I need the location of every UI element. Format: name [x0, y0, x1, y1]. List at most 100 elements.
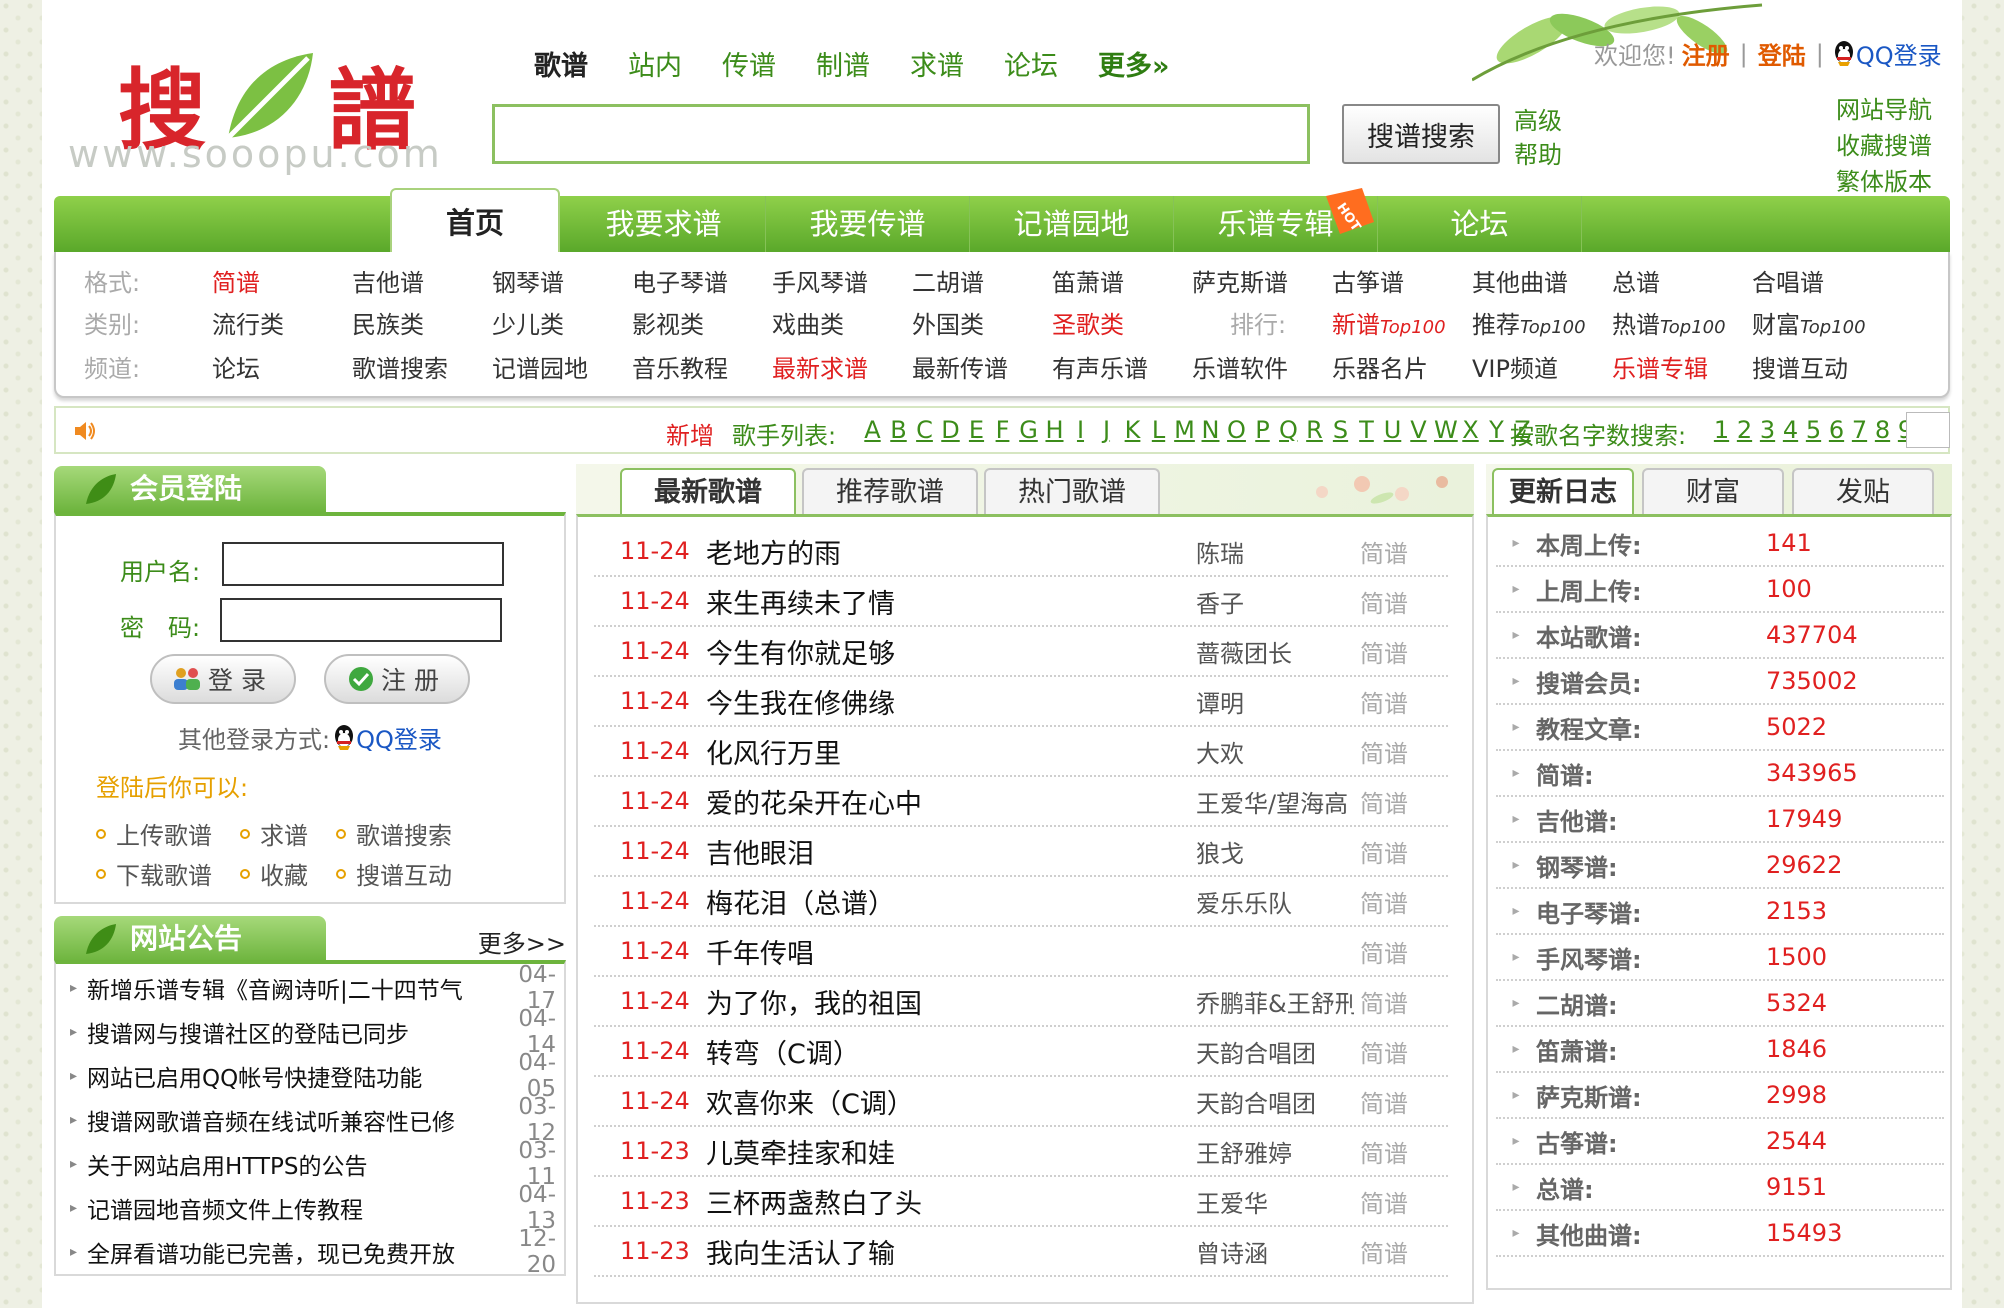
song-title[interactable]: 老地方的雨: [706, 532, 1196, 571]
song-row[interactable]: 11-23 我向生活认了输 曾诗涵 简谱: [594, 1227, 1448, 1277]
letter-link[interactable]: G: [1018, 416, 1039, 444]
channel-link[interactable]: 音乐教程: [632, 349, 728, 384]
letter-link[interactable]: D: [940, 416, 961, 444]
format-link[interactable]: 古筝谱: [1332, 263, 1404, 298]
permission-favorite[interactable]: 收藏: [240, 856, 308, 891]
song-row[interactable]: 11-23 三杯两盏熬白了头 王爱华 简谱: [594, 1177, 1448, 1227]
channel-link[interactable]: 最新求谱: [772, 349, 868, 384]
song-title[interactable]: 今生我在修佛缘: [706, 682, 1196, 721]
channel-link[interactable]: 乐器名片: [1332, 349, 1428, 384]
notice-item[interactable]: ▸ 记谱园地音频文件上传教程 04-13: [70, 1182, 556, 1234]
notice-item[interactable]: ▸ 网站已启用QQ帐号快捷登陆功能 04-05: [70, 1050, 556, 1102]
format-link[interactable]: 手风琴谱: [772, 263, 868, 298]
traditional-chinese-link[interactable]: 繁体版本: [1836, 164, 1932, 200]
tab-hot-songs[interactable]: 热门歌谱: [984, 468, 1160, 514]
letter-link[interactable]: S: [1330, 416, 1351, 444]
channel-link[interactable]: 记谱园地: [492, 349, 588, 384]
song-title[interactable]: 欢喜你来（C调）: [706, 1082, 1196, 1121]
search-tab-zhipu[interactable]: 制谱: [816, 44, 870, 83]
permission-interact[interactable]: 搜谱互动: [336, 856, 452, 891]
letter-link[interactable]: H: [1044, 416, 1065, 444]
song-artist[interactable]: 陈瑞: [1196, 534, 1354, 569]
song-row[interactable]: 11-24 来生再续未了情 香子 简谱: [594, 577, 1448, 627]
letter-link[interactable]: N: [1200, 416, 1221, 444]
permission-upload[interactable]: 上传歌谱: [96, 816, 212, 851]
length-link[interactable]: 1: [1710, 416, 1733, 444]
category-link[interactable]: 民族类: [352, 305, 424, 340]
song-title[interactable]: 三杯两盏熬白了头: [706, 1182, 1196, 1221]
song-title[interactable]: 儿莫牵挂家和娃: [706, 1132, 1196, 1171]
song-artist[interactable]: 王爱华/望海高: [1196, 784, 1354, 819]
register-button[interactable]: 注册: [324, 654, 470, 704]
search-tab-gepu[interactable]: 歌谱: [534, 44, 588, 83]
letter-link[interactable]: M: [1174, 416, 1195, 444]
letter-link[interactable]: W: [1434, 416, 1458, 444]
song-row[interactable]: 11-24 老地方的雨 陈瑞 简谱: [594, 527, 1448, 577]
song-artist[interactable]: 香子: [1196, 584, 1354, 619]
category-link[interactable]: 外国类: [912, 305, 984, 340]
format-link[interactable]: 钢琴谱: [492, 263, 564, 298]
nav-tab-forum[interactable]: 论坛: [1378, 196, 1582, 252]
song-title[interactable]: 爱的花朵开在心中: [706, 782, 1196, 821]
advanced-search-link[interactable]: 高级: [1514, 104, 1562, 138]
letter-link[interactable]: R: [1304, 416, 1325, 444]
notice-item[interactable]: ▸ 关于网站启用HTTPS的公告 03-11: [70, 1138, 556, 1190]
ranking-link-wealth[interactable]: 财富Top100: [1752, 305, 1866, 340]
channel-link[interactable]: 最新传谱: [912, 349, 1008, 384]
song-title[interactable]: 转弯（C调）: [706, 1032, 1196, 1071]
notice-item[interactable]: ▸ 全屏看谱功能已完善，现已免费开放 12-20: [70, 1226, 556, 1278]
title-length-input[interactable]: [1906, 412, 1950, 448]
song-title[interactable]: 来生再续未了情: [706, 582, 1196, 621]
song-row[interactable]: 11-23 儿莫牵挂家和娃 王舒雅婷 简谱: [594, 1127, 1448, 1177]
login-link[interactable]: 登陆: [1758, 36, 1806, 71]
category-link[interactable]: 戏曲类: [772, 305, 844, 340]
format-link[interactable]: 吉他谱: [352, 263, 424, 298]
format-link[interactable]: 萨克斯谱: [1192, 263, 1288, 298]
help-link[interactable]: 帮助: [1514, 138, 1562, 172]
notice-item[interactable]: ▸ 搜谱网与搜谱社区的登陆已同步 04-14: [70, 1006, 556, 1058]
notice-more-link[interactable]: 更多>>: [478, 924, 566, 959]
site-nav-link[interactable]: 网站导航: [1836, 92, 1932, 128]
song-artist[interactable]: 大欢: [1196, 734, 1354, 769]
permission-search[interactable]: 歌谱搜索: [336, 816, 452, 851]
song-title[interactable]: 为了你，我的祖国: [706, 982, 1196, 1021]
letter-link[interactable]: U: [1382, 416, 1403, 444]
letter-link[interactable]: P: [1252, 416, 1273, 444]
channel-link[interactable]: 论坛: [212, 349, 260, 384]
login-button[interactable]: 登录: [150, 654, 296, 704]
song-artist[interactable]: 天韵合唱团: [1196, 1084, 1354, 1119]
song-row[interactable]: 11-24 化风行万里 大欢 简谱: [594, 727, 1448, 777]
letter-link[interactable]: F: [992, 416, 1013, 444]
category-link[interactable]: 流行类: [212, 305, 284, 340]
ranking-link-recommend[interactable]: 推荐Top100: [1472, 305, 1586, 340]
tab-recommended-songs[interactable]: 推荐歌谱: [802, 468, 978, 514]
letter-link[interactable]: I: [1070, 416, 1091, 444]
song-artist[interactable]: 王爱华: [1196, 1184, 1354, 1219]
username-input[interactable]: [222, 542, 504, 586]
qq-login-link[interactable]: QQ登录: [1832, 36, 1942, 71]
length-link[interactable]: 4: [1779, 416, 1802, 444]
nav-tab-home[interactable]: 首页: [390, 188, 560, 252]
letter-link[interactable]: J: [1096, 416, 1117, 444]
ranking-link-new[interactable]: 新谱Top100: [1332, 305, 1446, 340]
format-link[interactable]: 简谱: [212, 263, 260, 298]
song-row[interactable]: 11-24 欢喜你来（C调） 天韵合唱团 简谱: [594, 1077, 1448, 1127]
song-artist[interactable]: 谭明: [1196, 684, 1354, 719]
letter-link[interactable]: T: [1356, 416, 1377, 444]
song-row[interactable]: 11-24 为了你，我的祖国 乔鹏菲&王舒刑 简谱: [594, 977, 1448, 1027]
format-link[interactable]: 其他曲谱: [1472, 263, 1568, 298]
password-input[interactable]: [220, 598, 502, 642]
qq-login-link[interactable]: QQ登录: [332, 720, 442, 755]
song-row[interactable]: 11-24 转弯（C调） 天韵合唱团 简谱: [594, 1027, 1448, 1077]
song-artist[interactable]: 王舒雅婷: [1196, 1134, 1354, 1169]
song-title[interactable]: 化风行万里: [706, 732, 1196, 771]
tab-posts[interactable]: 发贴: [1792, 468, 1934, 514]
length-link[interactable]: 5: [1802, 416, 1825, 444]
letter-link[interactable]: X: [1460, 416, 1481, 444]
news-marquee[interactable]: 新增: [666, 416, 714, 451]
song-artist[interactable]: 曾诗涵: [1196, 1234, 1354, 1269]
song-row[interactable]: 11-24 今生有你就足够 蔷薇团长 简谱: [594, 627, 1448, 677]
channel-link[interactable]: 乐谱软件: [1192, 349, 1288, 384]
song-row[interactable]: 11-24 梅花泪（总谱） 爱乐乐队 简谱: [594, 877, 1448, 927]
length-link[interactable]: 3: [1756, 416, 1779, 444]
